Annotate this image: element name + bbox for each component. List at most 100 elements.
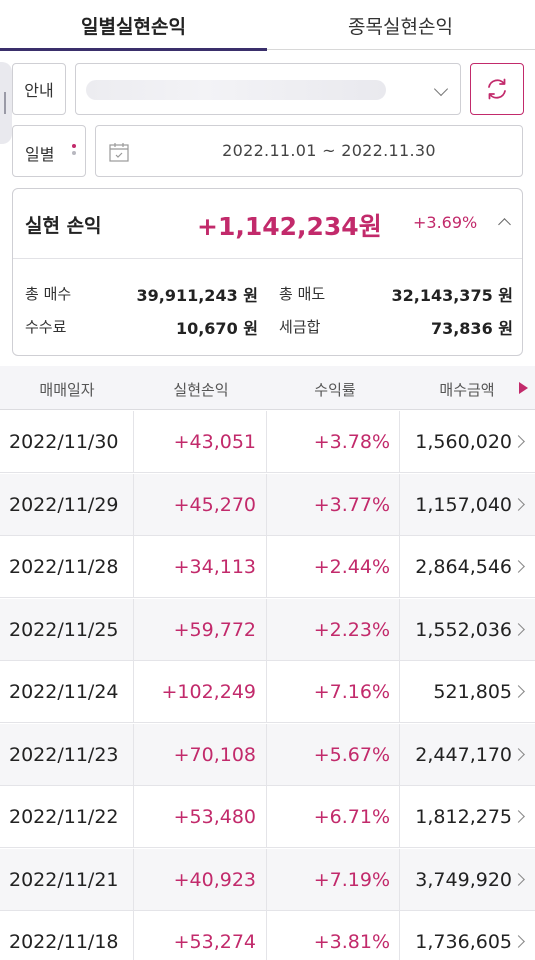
- table-row[interactable]: 2022/11/29 +45,270 +3.77% 1,157,040: [0, 473, 535, 536]
- column-divider: [133, 411, 134, 473]
- return-rate-cell: +2.23%: [313, 618, 390, 641]
- realized-pl-cell: +43,051: [173, 431, 256, 453]
- buy-amount-cell: 3,749,920: [415, 868, 512, 891]
- realized-pl-cell: +45,270: [173, 493, 256, 516]
- tab-bar: 일별실현손익 종목실현손익: [0, 0, 535, 51]
- buy-amount-cell: 2,447,170: [415, 743, 512, 766]
- chevron-down-icon: [433, 81, 449, 97]
- summary-title: 실현 손익: [25, 215, 102, 237]
- period-type-label: 일별: [25, 145, 55, 164]
- trade-date-cell: 2022/11/25: [9, 618, 119, 641]
- trade-date-cell: 2022/11/21: [9, 868, 119, 891]
- chevron-right-icon[interactable]: [512, 497, 525, 511]
- trade-date-cell: 2022/11/18: [9, 931, 119, 953]
- column-divider: [399, 786, 400, 848]
- account-number-masked: [86, 80, 386, 100]
- column-header-realized-pl: 실현손익: [173, 381, 229, 399]
- column-header-buy-amount: 매수금액: [439, 381, 495, 399]
- column-divider: [399, 723, 400, 786]
- column-divider: [399, 848, 400, 911]
- account-guide-button[interactable]: 안내: [12, 63, 66, 115]
- column-divider: [266, 661, 267, 723]
- column-divider: [266, 848, 267, 911]
- tab-stock-realized-pl[interactable]: 종목실현손익: [267, 0, 534, 50]
- chevron-right-icon[interactable]: [512, 935, 525, 948]
- table-row[interactable]: 2022/11/25 +59,772 +2.23% 1,552,036: [0, 598, 535, 661]
- total-sell-label: 총 매도: [279, 285, 326, 303]
- period-type-select[interactable]: 일별: [12, 125, 86, 177]
- column-divider: [133, 848, 134, 911]
- buy-amount-cell: 1,552,036: [415, 618, 512, 641]
- total-buy-value: 39,911,243 원: [136, 286, 258, 305]
- column-divider: [133, 473, 134, 536]
- column-header-rate: 수익률: [314, 381, 356, 399]
- column-divider: [266, 598, 267, 661]
- realized-pl-cell: +53,274: [173, 931, 256, 953]
- table-row[interactable]: 2022/11/30 +43,051 +3.78% 1,560,020: [0, 411, 535, 473]
- column-divider: [133, 911, 134, 960]
- column-divider: [266, 723, 267, 786]
- column-divider: [399, 598, 400, 661]
- realized-pl-cell: +53,480: [173, 806, 256, 828]
- chevron-right-icon[interactable]: [512, 560, 525, 573]
- date-range-picker[interactable]: 2022.11.01 ~ 2022.11.30: [95, 125, 523, 177]
- return-rate-cell: +3.77%: [313, 493, 390, 516]
- trade-date-cell: 2022/11/24: [9, 681, 119, 703]
- refresh-button[interactable]: [470, 63, 524, 115]
- side-drawer-handle[interactable]: [0, 62, 12, 144]
- column-divider: [399, 536, 400, 598]
- chevron-right-icon[interactable]: [512, 747, 525, 761]
- chevron-right-icon[interactable]: [512, 685, 525, 698]
- trade-date-cell: 2022/11/30: [9, 431, 119, 453]
- column-divider: [266, 786, 267, 848]
- tab-daily-realized-pl[interactable]: 일별실현손익: [0, 0, 267, 51]
- chevron-up-icon[interactable]: [498, 218, 511, 231]
- chevron-right-icon[interactable]: [512, 810, 525, 823]
- account-select[interactable]: [75, 63, 461, 115]
- tax-label: 세금합: [279, 318, 321, 336]
- trade-date-cell: 2022/11/28: [9, 556, 119, 578]
- column-divider: [133, 598, 134, 661]
- realized-pl-summary: 실현 손익 +1,142,234원 +3.69% 총 매수 39,911,243…: [12, 188, 523, 356]
- column-divider: [266, 536, 267, 598]
- table-row[interactable]: 2022/11/23 +70,108 +5.67% 2,447,170: [0, 723, 535, 786]
- chevron-right-icon[interactable]: [512, 872, 525, 886]
- column-divider: [399, 911, 400, 960]
- realized-pl-cell: +40,923: [173, 868, 256, 891]
- buy-amount-cell: 2,864,546: [415, 556, 512, 578]
- total-buy-label: 총 매수: [25, 285, 72, 303]
- realized-pl-cell: +59,772: [173, 618, 256, 641]
- trade-date-cell: 2022/11/23: [9, 743, 119, 766]
- column-divider: [399, 661, 400, 723]
- return-rate-cell: +7.16%: [313, 681, 390, 703]
- date-range-text: 2022.11.01 ~ 2022.11.30: [222, 141, 436, 160]
- period-indicator-dot: [72, 144, 76, 148]
- trade-date-cell: 2022/11/22: [9, 806, 119, 828]
- table-row[interactable]: 2022/11/18 +53,274 +3.81% 1,736,605: [0, 911, 535, 960]
- chevron-right-icon[interactable]: [512, 435, 525, 448]
- realized-pl-cell: +70,108: [173, 743, 256, 766]
- fee-value: 10,670 원: [175, 319, 258, 338]
- table-row[interactable]: 2022/11/21 +40,923 +7.19% 3,749,920: [0, 848, 535, 911]
- summary-rate: +3.69%: [413, 213, 478, 232]
- fee-label: 수수료: [25, 318, 67, 336]
- column-divider: [399, 473, 400, 536]
- table-row[interactable]: 2022/11/28 +34,113 +2.44% 2,864,546: [0, 536, 535, 598]
- table-header: 매매일자 실현손익 수익률 매수금액: [0, 366, 535, 410]
- table-row[interactable]: 2022/11/22 +53,480 +6.71% 1,812,275: [0, 786, 535, 848]
- table-row[interactable]: 2022/11/24 +102,249 +7.16% 521,805: [0, 661, 535, 723]
- tax-value: 73,836 원: [430, 319, 513, 338]
- total-sell-value: 32,143,375 원: [391, 286, 513, 305]
- return-rate-cell: +5.67%: [313, 743, 390, 766]
- summary-amount: +1,142,234원: [197, 212, 382, 241]
- realized-pl-cell: +102,249: [161, 681, 257, 703]
- buy-amount-cell: 1,560,020: [415, 431, 512, 453]
- return-rate-cell: +3.81%: [313, 931, 390, 953]
- arrow-right-icon[interactable]: [519, 382, 528, 394]
- chevron-right-icon[interactable]: [512, 622, 525, 636]
- column-divider: [266, 911, 267, 960]
- column-divider: [133, 536, 134, 598]
- column-divider: [266, 473, 267, 536]
- buy-amount-cell: 521,805: [433, 681, 512, 703]
- summary-header[interactable]: 실현 손익 +1,142,234원 +3.69%: [13, 189, 522, 259]
